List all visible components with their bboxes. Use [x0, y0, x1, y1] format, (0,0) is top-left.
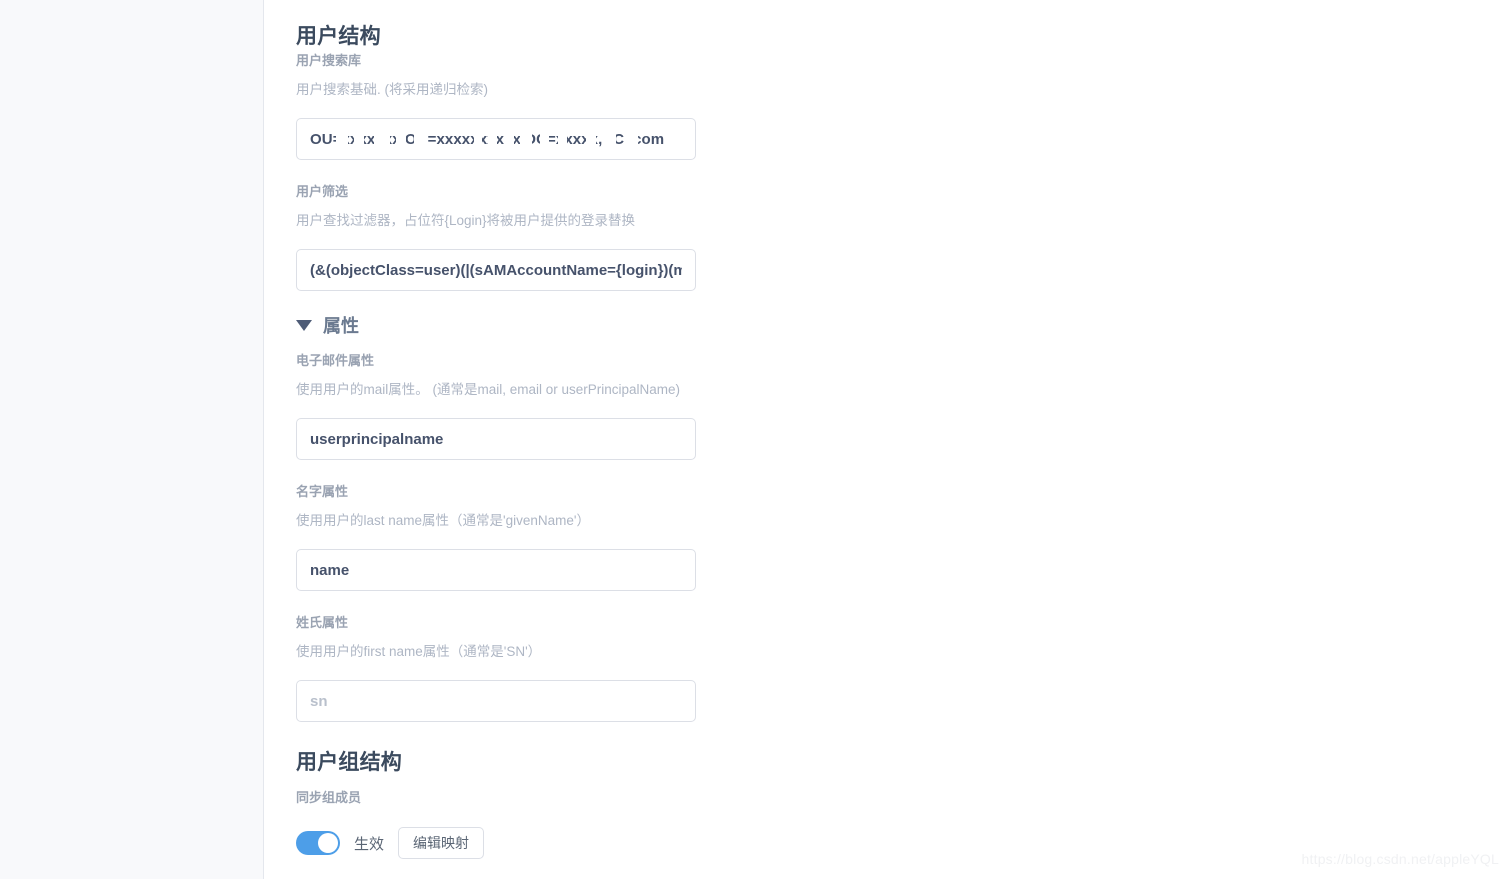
- field-label-email-attribute: 电子邮件属性: [296, 353, 375, 368]
- user-search-base-input-wrapper: [296, 118, 696, 161]
- page-title-user-structure: 用户结构: [296, 25, 381, 48]
- email-attribute-input[interactable]: [296, 418, 696, 461]
- first-name-attribute-input[interactable]: [296, 549, 696, 592]
- user-search-base-input[interactable]: [296, 118, 696, 161]
- sync-group-members-toggle[interactable]: [296, 831, 340, 855]
- field-user-filter: 用户筛选 用户查找过滤器，占位符{Login}将被用户提供的登录替换: [296, 184, 696, 292]
- page-title-group-structure: 用户组结构: [296, 751, 402, 774]
- field-label-user-search-base: 用户搜索库: [296, 53, 362, 68]
- field-help-email-attribute: 使用用户的mail属性。 (通常是mail, email or userPrin…: [296, 381, 681, 397]
- caret-down-icon: [296, 319, 312, 331]
- field-help-user-filter: 用户查找过滤器，占位符{Login}将被用户提供的登录替换: [296, 212, 636, 228]
- settings-content-pane: 用户结构 用户搜索库 用户搜索基础. (将采用递归检索) OU=xxxxxxx,…: [264, 0, 1507, 879]
- last-name-attribute-input[interactable]: [296, 680, 696, 723]
- sync-group-members-row: 生效 编辑映射: [296, 827, 485, 859]
- edit-mapping-button[interactable]: 编辑映射: [398, 827, 485, 859]
- field-label-sync-group-members: 同步组成员: [296, 790, 362, 805]
- field-label-user-filter: 用户筛选: [296, 184, 349, 199]
- field-help-first-name-attribute: 使用用户的last name属性（通常是'givenName'）: [296, 512, 590, 528]
- field-help-last-name-attribute: 使用用户的first name属性（通常是'SN'）: [296, 643, 542, 659]
- field-label-first-name-attribute: 名字属性: [296, 484, 349, 499]
- watermark: https://blog.csdn.net/appleYQL: [1301, 851, 1499, 867]
- field-first-name-attribute: 名字属性 使用用户的last name属性（通常是'givenName'）: [296, 484, 696, 592]
- sync-group-members-toggle-label: 生效: [354, 835, 385, 853]
- attributes-group-label: 属性: [323, 316, 359, 336]
- user-filter-input[interactable]: [296, 249, 696, 292]
- left-side-rail: [0, 0, 264, 879]
- app-shell: 用户结构 用户搜索库 用户搜索基础. (将采用递归检索) OU=xxxxxxx,…: [0, 0, 1507, 879]
- attributes-group-toggle[interactable]: 属性: [296, 312, 359, 338]
- field-email-attribute: 电子邮件属性 使用用户的mail属性。 (通常是mail, email or u…: [296, 353, 696, 461]
- field-label-last-name-attribute: 姓氏属性: [296, 615, 349, 630]
- field-user-search-base: 用户搜索库 用户搜索基础. (将采用递归检索): [296, 53, 696, 161]
- field-help-user-search-base: 用户搜索基础. (将采用递归检索): [296, 81, 488, 97]
- toggle-knob: [318, 833, 338, 853]
- field-last-name-attribute: 姓氏属性 使用用户的first name属性（通常是'SN'）: [296, 615, 696, 723]
